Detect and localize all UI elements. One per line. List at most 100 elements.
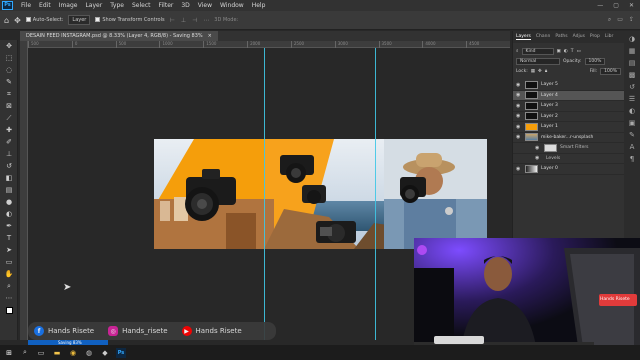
lock-position-icon[interactable]: ✥ bbox=[538, 69, 542, 74]
close-tab-icon[interactable]: × bbox=[208, 32, 212, 40]
visibility-eye-icon[interactable]: ◉ bbox=[535, 145, 542, 151]
search-icon[interactable]: ⌕ bbox=[608, 16, 611, 24]
minimize-icon[interactable]: — bbox=[597, 2, 603, 9]
auto-select-checkbox[interactable] bbox=[25, 17, 31, 22]
windows-start-icon[interactable]: ⊞ bbox=[4, 348, 14, 358]
filter-pixel-icon[interactable]: ▣ bbox=[557, 49, 561, 54]
workspace-icon[interactable]: ▭ bbox=[617, 16, 623, 24]
color-swatches-icon[interactable] bbox=[0, 304, 18, 316]
tab-properties[interactable]: Prop bbox=[590, 34, 600, 40]
visibility-eye-icon[interactable]: ◉ bbox=[516, 92, 523, 98]
marquee-tool-icon[interactable]: ⬚ bbox=[0, 52, 18, 64]
fill-input[interactable]: 100% bbox=[600, 67, 621, 75]
gradients-panel-icon[interactable]: ▤ bbox=[629, 59, 636, 67]
app-icon[interactable]: ◆ bbox=[100, 348, 110, 358]
visibility-eye-icon[interactable]: ◉ bbox=[516, 113, 523, 119]
hand-tool-icon[interactable]: ✋ bbox=[0, 268, 18, 280]
lock-pixels-icon[interactable]: ▦ bbox=[531, 69, 535, 74]
menu-layer[interactable]: Layer bbox=[81, 2, 106, 9]
crop-tool-icon[interactable]: ⌗ bbox=[0, 88, 18, 100]
pen-tool-icon[interactable]: ✒ bbox=[0, 220, 18, 232]
frame-tool-icon[interactable]: ⊠ bbox=[0, 100, 18, 112]
blend-mode-dropdown[interactable]: Normal bbox=[516, 57, 560, 65]
share-icon[interactable]: ⇪ bbox=[629, 16, 634, 24]
character-panel-icon[interactable]: A bbox=[630, 143, 635, 151]
tab-layers[interactable]: Layers bbox=[516, 34, 531, 40]
tab-channels[interactable]: Chann bbox=[536, 34, 550, 40]
task-view-icon[interactable]: ▭ bbox=[36, 348, 46, 358]
visibility-eye-icon[interactable]: ◉ bbox=[516, 134, 523, 140]
filter-kind-dropdown[interactable]: Kind bbox=[521, 47, 554, 55]
blur-tool-icon[interactable]: ● bbox=[0, 196, 18, 208]
visibility-eye-icon[interactable]: ◉ bbox=[516, 166, 523, 172]
menu-select[interactable]: Select bbox=[128, 2, 155, 9]
align-left-icon[interactable]: ⊢ bbox=[170, 17, 175, 24]
auto-select-dropdown[interactable]: Layer bbox=[68, 15, 91, 25]
paragraph-panel-icon[interactable]: ¶ bbox=[630, 155, 634, 163]
menu-file[interactable]: File bbox=[17, 2, 35, 9]
guide-line-left[interactable] bbox=[264, 48, 265, 340]
gradient-tool-icon[interactable]: ▤ bbox=[0, 184, 18, 196]
visibility-eye-icon[interactable]: ◉ bbox=[516, 124, 523, 130]
filter-adjust-icon[interactable]: ◐ bbox=[564, 49, 568, 54]
path-select-icon[interactable]: ➤ bbox=[0, 244, 18, 256]
eraser-tool-icon[interactable]: ◧ bbox=[0, 172, 18, 184]
menu-help[interactable]: Help bbox=[248, 2, 270, 9]
swatches-panel-icon[interactable]: ▦ bbox=[629, 47, 636, 55]
layer-row[interactable]: ◉ Layer 3 bbox=[513, 101, 624, 112]
visibility-eye-icon[interactable]: ◉ bbox=[516, 103, 523, 109]
show-transform-checkbox[interactable] bbox=[95, 17, 101, 22]
document-canvas[interactable] bbox=[154, 139, 487, 249]
align-center-icon[interactable]: ⊥ bbox=[181, 17, 186, 24]
tab-libraries[interactable]: Libr bbox=[605, 34, 613, 40]
zoom-tool-icon[interactable]: ⌕ bbox=[0, 280, 18, 292]
menu-type[interactable]: Type bbox=[106, 2, 128, 9]
photoshop-taskbar-icon[interactable]: Ps bbox=[116, 347, 126, 358]
obs-icon[interactable]: ◍ bbox=[84, 348, 94, 358]
opacity-input[interactable]: 100% bbox=[584, 57, 606, 65]
layer-row[interactable]: ◉ Layer 0 bbox=[513, 164, 624, 175]
search-icon[interactable]: ⌕ bbox=[20, 348, 30, 358]
eyedropper-tool-icon[interactable]: ⟋ bbox=[0, 112, 18, 124]
menu-image[interactable]: Image bbox=[55, 2, 82, 9]
history-panel-icon[interactable]: ↺ bbox=[629, 83, 635, 91]
distribute-icon[interactable]: ⋯ bbox=[203, 17, 209, 24]
adjustments-panel-icon[interactable]: ◐ bbox=[629, 107, 635, 115]
align-right-icon[interactable]: ⊣ bbox=[192, 17, 197, 24]
maximize-icon[interactable]: ▢ bbox=[613, 2, 619, 9]
move-tool-icon[interactable]: ✥ bbox=[0, 40, 18, 52]
brush-tool-icon[interactable]: ✐ bbox=[0, 136, 18, 148]
brush-panel-icon[interactable]: ✎ bbox=[629, 131, 635, 139]
layer-row-levels[interactable]: ◉ Levels bbox=[513, 154, 624, 164]
color-panel-icon[interactable]: ◑ bbox=[629, 35, 635, 43]
layer-row[interactable]: ◉ Layer 1 bbox=[513, 122, 624, 133]
properties-panel-icon[interactable]: ☰ bbox=[629, 95, 635, 103]
filter-type-icon[interactable]: T bbox=[571, 49, 574, 54]
chrome-icon[interactable]: ◉ bbox=[68, 348, 78, 358]
menu-3d[interactable]: 3D bbox=[177, 2, 193, 9]
layer-row-smart-filters[interactable]: ◉ Smart Filters bbox=[513, 143, 624, 154]
menu-window[interactable]: Window bbox=[216, 2, 248, 9]
menu-edit[interactable]: Edit bbox=[35, 2, 55, 9]
home-icon[interactable]: ⌂ bbox=[4, 16, 9, 25]
close-icon[interactable]: ✕ bbox=[629, 2, 634, 9]
healing-brush-icon[interactable]: ✚ bbox=[0, 124, 18, 136]
patterns-panel-icon[interactable]: ▩ bbox=[629, 71, 636, 79]
layer-row-selected[interactable]: ◉ Layer 4 bbox=[513, 90, 624, 101]
clone-stamp-icon[interactable]: ⊥ bbox=[0, 148, 18, 160]
guide-line-right[interactable] bbox=[375, 48, 376, 340]
lasso-tool-icon[interactable]: ◌ bbox=[0, 64, 18, 76]
file-explorer-icon[interactable]: ▬ bbox=[52, 348, 62, 358]
tab-adjustments[interactable]: Adjus bbox=[573, 34, 585, 40]
layer-row[interactable]: ◉ Layer 5 bbox=[513, 80, 624, 91]
libraries-panel-icon[interactable]: ▣ bbox=[629, 119, 636, 127]
shape-tool-icon[interactable]: ▭ bbox=[0, 256, 18, 268]
menu-view[interactable]: View bbox=[194, 2, 216, 9]
history-brush-icon[interactable]: ↺ bbox=[0, 160, 18, 172]
visibility-eye-icon[interactable]: ◉ bbox=[535, 155, 542, 161]
layer-row[interactable]: ◉ Layer 2 bbox=[513, 112, 624, 122]
lock-all-icon[interactable]: 🔒︎ bbox=[545, 68, 547, 74]
document-tab[interactable]: DESAIN FEED INSTAGRAM.psd @ 8.33% (Layer… bbox=[20, 31, 218, 41]
visibility-eye-icon[interactable]: ◉ bbox=[516, 82, 523, 88]
tab-paths[interactable]: Paths bbox=[555, 34, 567, 40]
